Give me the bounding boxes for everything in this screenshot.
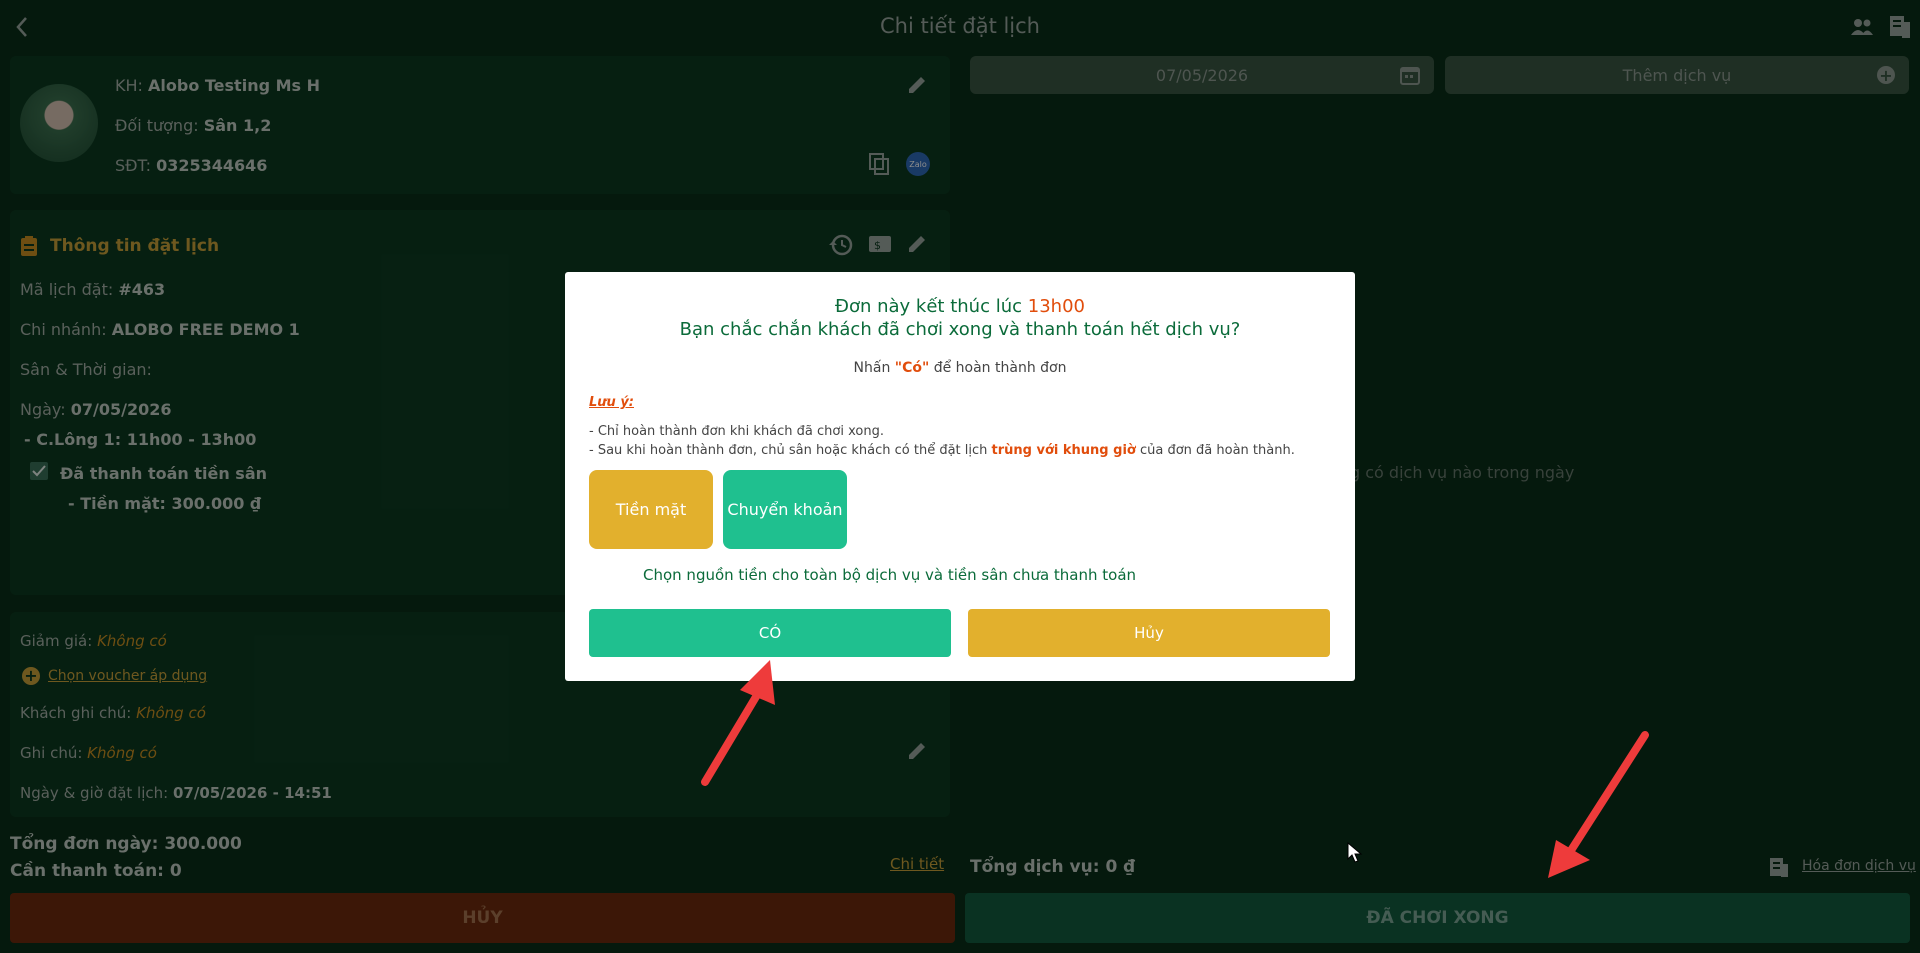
annotation-arrows bbox=[701, 660, 1649, 878]
arrow-to-finished bbox=[1548, 731, 1649, 878]
mouse-cursor-icon bbox=[1347, 842, 1363, 863]
arrow-to-confirm bbox=[701, 660, 775, 786]
